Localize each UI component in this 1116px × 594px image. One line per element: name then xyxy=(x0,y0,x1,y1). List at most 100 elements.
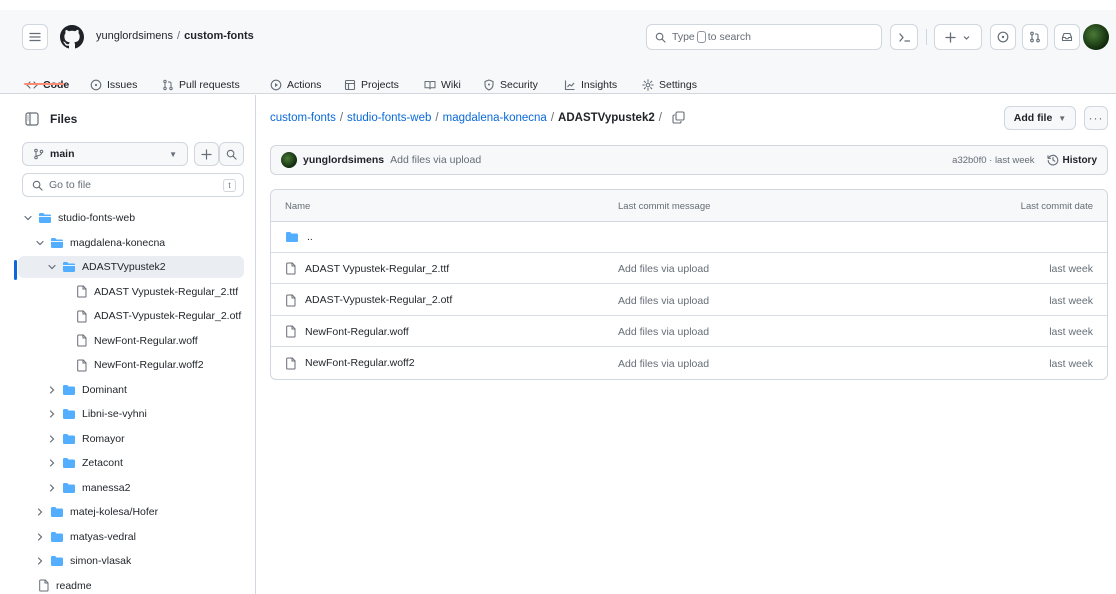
commit-author[interactable]: yunglordsimens xyxy=(303,154,384,166)
tree-folder-item[interactable]: matej-kolesa/Hofer xyxy=(18,501,244,523)
file-icon xyxy=(77,359,87,371)
folder-icon xyxy=(63,482,75,493)
github-logo-icon[interactable] xyxy=(60,25,84,49)
table-row[interactable]: ADAST Vypustek-Regular_2.ttf Add files vi… xyxy=(271,253,1107,284)
pull-requests-button[interactable] xyxy=(1022,24,1048,50)
repo-owner-link[interactable]: yunglordsimens xyxy=(96,30,173,42)
tab-projects[interactable]: Projects xyxy=(344,74,399,96)
file-name-link[interactable]: NewFont-Regular.woff2 xyxy=(285,357,415,370)
issues-button[interactable] xyxy=(990,24,1016,50)
tree-item-label: ADAST Vypustek-Regular_2.ttf xyxy=(94,285,239,298)
add-file-sidebar-button[interactable] xyxy=(194,142,219,166)
commit-message-link[interactable]: Add files via upload xyxy=(618,358,709,370)
branch-name: main xyxy=(50,148,75,160)
tab-issues[interactable]: Issues xyxy=(90,74,137,96)
tab-code[interactable]: Code xyxy=(26,74,69,96)
file-icon xyxy=(77,310,87,322)
breadcrumb-link-studio-fonts-web[interactable]: studio-fonts-web xyxy=(347,112,431,124)
tree-folder-item[interactable]: manessa2 xyxy=(18,477,244,499)
table-header: Name Last commit message Last commit dat… xyxy=(271,190,1107,222)
tree-folder-item[interactable]: magdalena-konecna xyxy=(18,232,244,254)
tab-settings[interactable]: Settings xyxy=(642,74,697,96)
repo-name-link[interactable]: custom-fonts xyxy=(184,30,254,42)
sidebar-collapse-icon[interactable] xyxy=(24,111,40,127)
hamburger-icon xyxy=(29,32,41,42)
parent-directory-row[interactable]: .. xyxy=(271,222,1107,253)
files-title: Files xyxy=(50,112,78,126)
commit-message-link[interactable]: Add files via upload xyxy=(618,326,709,338)
play-icon xyxy=(270,79,282,91)
tab-issues-label: Issues xyxy=(107,79,138,91)
file-name-link[interactable]: ADAST-Vypustek-Regular_2.otf xyxy=(285,294,452,307)
file-icon xyxy=(77,285,87,298)
folder-icon xyxy=(51,556,63,566)
file-name-link[interactable]: ADAST Vypustek-Regular_2.ttf xyxy=(285,262,449,275)
history-label: History xyxy=(1062,154,1097,166)
graph-icon xyxy=(564,80,575,91)
search-input[interactable]: Type to search xyxy=(646,24,882,50)
folder-open-icon xyxy=(39,213,51,223)
table-row[interactable]: ADAST-Vypustek-Regular_2.otf Add files vi… xyxy=(271,285,1107,316)
go-to-file-input[interactable]: Go to file t xyxy=(22,173,244,197)
file-tree-sidebar: Files main ▼ Go to file t studio-fonts-w… xyxy=(0,95,256,594)
tab-pull-requests[interactable]: Pull requests xyxy=(162,74,240,96)
chevron-down-icon xyxy=(24,215,32,221)
search-files-button[interactable] xyxy=(219,142,244,166)
tab-security-label: Security xyxy=(500,79,538,91)
tree-file-item[interactable]: readme xyxy=(18,575,244,594)
create-new-button[interactable] xyxy=(934,24,982,50)
slash-key-icon xyxy=(696,31,706,43)
user-avatar[interactable] xyxy=(1083,24,1109,50)
breadcrumb-link-repo[interactable]: custom-fonts xyxy=(270,112,336,124)
search-icon xyxy=(226,149,237,160)
history-button[interactable]: History xyxy=(1046,154,1097,166)
commit-meta[interactable]: a32b0f0 · last week xyxy=(952,155,1034,166)
folder-icon xyxy=(63,409,75,419)
issue-icon xyxy=(997,31,1009,43)
inbox-button[interactable] xyxy=(1054,24,1080,50)
tree-folder-item[interactable]: studio-fonts-web xyxy=(18,207,244,229)
folder-icon xyxy=(51,507,63,517)
header-row: yunglordsimens / custom-fonts Type to sear… xyxy=(0,24,1116,52)
table-row[interactable]: NewFont-Regular.woff Add files via upload… xyxy=(271,316,1107,347)
chevron-down-icon: ▼ xyxy=(169,149,177,159)
commit-message-link[interactable]: Add files via upload xyxy=(618,263,709,275)
more-options-button[interactable]: ··· xyxy=(1084,106,1108,130)
commit-author-avatar[interactable] xyxy=(281,152,297,168)
tab-actions[interactable]: Actions xyxy=(270,74,321,96)
commit-message[interactable]: Add files via upload xyxy=(390,154,481,166)
chevron-right-icon xyxy=(37,508,43,516)
active-tab-indicator xyxy=(24,83,64,85)
tree-folder-item[interactable]: Dominant xyxy=(18,379,244,401)
tree-folder-item[interactable]: matyas-vedral xyxy=(18,526,244,548)
tree-folder-item[interactable]: simon-vlasak xyxy=(18,550,244,572)
menu-button[interactable] xyxy=(22,24,48,50)
breadcrumb-link-magdalena-konecna[interactable]: magdalena-konecna xyxy=(443,112,547,124)
commit-message-link[interactable]: Add files via upload xyxy=(618,295,709,307)
table-row[interactable]: NewFont-Regular.woff2 Add files via uploa… xyxy=(271,348,1107,379)
folder-icon xyxy=(51,531,63,542)
tree-folder-item[interactable]: ADASTVypustek2 xyxy=(18,256,244,278)
tab-wiki-label: Wiki xyxy=(441,79,461,91)
tree-file-item[interactable]: NewFont-Regular.woff xyxy=(18,330,244,352)
tree-file-item[interactable]: ADAST Vypustek-Regular_2.ttf xyxy=(18,281,244,303)
tab-insights[interactable]: Insights xyxy=(564,74,617,96)
tree-folder-item[interactable]: Zetacont xyxy=(18,452,244,474)
tree-file-item[interactable]: ADAST-Vypustek-Regular_2.otf xyxy=(18,305,244,327)
command-palette-button[interactable] xyxy=(890,24,918,50)
file-icon xyxy=(286,262,296,275)
parent-directory-link[interactable]: .. xyxy=(285,231,313,243)
tree-folder-item[interactable]: Libni-se-vyhni xyxy=(18,403,244,425)
tree-file-item[interactable]: NewFont-Regular.woff2 xyxy=(18,354,244,376)
file-name-link[interactable]: NewFont-Regular.woff xyxy=(285,325,409,338)
plus-icon xyxy=(201,148,212,160)
tab-wiki[interactable]: Wiki xyxy=(424,74,461,96)
add-file-button[interactable]: Add file ▼ xyxy=(1004,106,1076,130)
copy-path-icon[interactable] xyxy=(672,111,685,124)
search-icon xyxy=(655,32,666,43)
tab-security[interactable]: Security xyxy=(483,74,538,96)
tree-item-label: studio-fonts-web xyxy=(58,212,136,224)
folder-open-icon xyxy=(63,262,75,272)
tree-folder-item[interactable]: Romayor xyxy=(18,428,244,450)
branch-selector[interactable]: main ▼ xyxy=(22,142,188,166)
